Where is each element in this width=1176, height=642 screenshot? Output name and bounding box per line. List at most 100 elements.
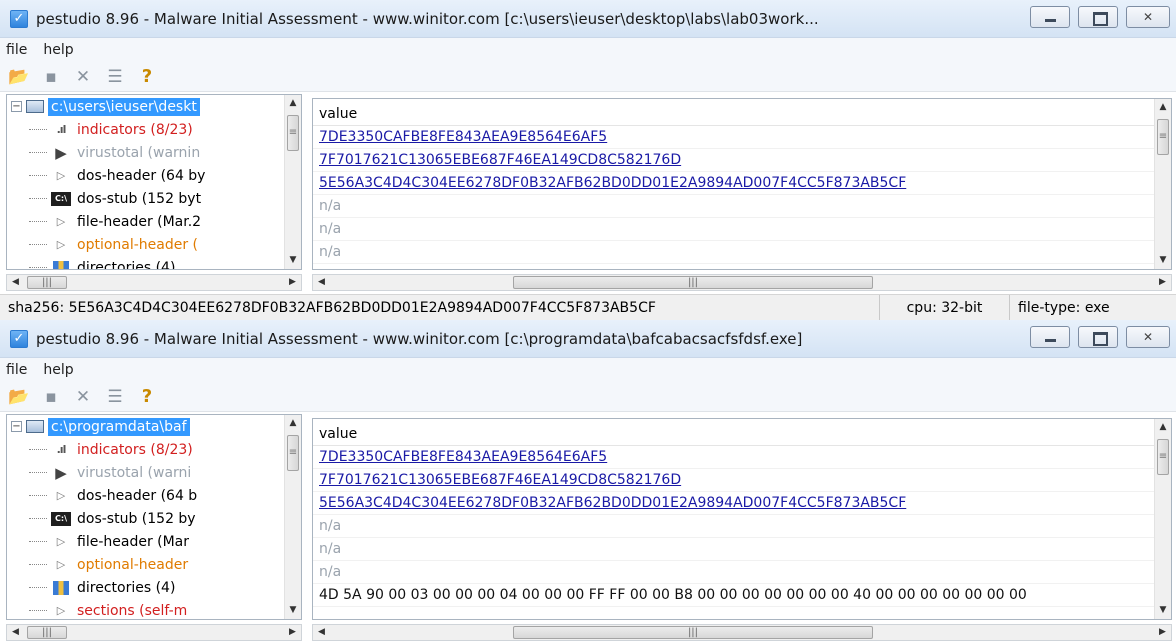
scroll-left-icon[interactable]: ◀ bbox=[313, 275, 330, 290]
value-row-md5[interactable]: 7DE3350CAFBE8FE843AEA9E8564E6AF5 bbox=[313, 446, 1171, 469]
value-row-sha256[interactable]: 5E56A3C4D4C304EE6278DF0B32AFB62BD0DD01E2… bbox=[313, 172, 1171, 195]
scroll-left-icon[interactable]: ◀ bbox=[7, 625, 24, 640]
scroll-down-icon[interactable]: ▼ bbox=[285, 602, 301, 619]
save-icon[interactable]: ▪ bbox=[40, 67, 62, 87]
scroll-up-icon[interactable]: ▲ bbox=[285, 415, 301, 432]
tree-item-sections[interactable]: ▷ sections (self-m bbox=[7, 599, 301, 619]
open-folder-icon[interactable]: 📂 bbox=[8, 387, 30, 407]
title-bar[interactable]: ✓ pestudio 8.96 - Malware Initial Assess… bbox=[0, 320, 1176, 358]
tree-horizontal-scrollbar[interactable]: ◀ ||| ▶ bbox=[6, 274, 302, 291]
tree-horizontal-scrollbar[interactable]: ◀ ||| ▶ bbox=[6, 624, 302, 641]
value-vertical-scrollbar[interactable]: ▲ ≡ ▼ bbox=[1154, 99, 1171, 269]
value-vertical-scrollbar[interactable]: ▲ ≡ ▼ bbox=[1154, 419, 1171, 619]
pestudio-app-icon: ✓ bbox=[10, 9, 28, 28]
scroll-thumb[interactable]: ≡ bbox=[287, 115, 299, 151]
value-row: n/a bbox=[313, 538, 1171, 561]
tree-item-optional-header[interactable]: ▷ optional-header bbox=[7, 553, 301, 576]
scroll-thumb[interactable]: ≡ bbox=[1157, 119, 1169, 155]
scroll-thumb[interactable]: ||| bbox=[27, 626, 67, 639]
document-icon[interactable]: ☰ bbox=[104, 387, 126, 407]
tree-item-label: directories (4) bbox=[77, 579, 176, 596]
tree-item-optional-header[interactable]: ▷ optional-header ( bbox=[7, 233, 301, 256]
tree-item-virustotal[interactable]: ▶ virustotal (warnin bbox=[7, 141, 301, 164]
scroll-down-icon[interactable]: ▼ bbox=[285, 252, 301, 269]
value-row-sha1[interactable]: 7F7017621C13065EBE687F46EA149CD8C582176D bbox=[313, 469, 1171, 492]
close-button[interactable]: ✕ bbox=[1126, 6, 1170, 28]
status-bar: sha256: 5E56A3C4D4C304EE6278DF0B32AFB62B… bbox=[0, 294, 1176, 320]
maximize-button[interactable] bbox=[1078, 326, 1118, 348]
scroll-right-icon[interactable]: ▶ bbox=[284, 625, 301, 640]
scroll-thumb[interactable]: ||| bbox=[27, 276, 67, 289]
scroll-right-icon[interactable]: ▶ bbox=[1154, 275, 1171, 290]
menu-bar: file help bbox=[0, 358, 1176, 382]
save-icon[interactable]: ▪ bbox=[40, 387, 62, 407]
scroll-up-icon[interactable]: ▲ bbox=[1155, 99, 1171, 116]
close-button[interactable]: ✕ bbox=[1126, 326, 1170, 348]
delete-icon[interactable]: ✕ bbox=[72, 67, 94, 87]
scroll-right-icon[interactable]: ▶ bbox=[284, 275, 301, 290]
title-bar[interactable]: ✓ pestudio 8.96 - Malware Initial Assess… bbox=[0, 0, 1176, 38]
triangle-right-icon: ▷ bbox=[56, 604, 66, 617]
triangle-right-icon: ▷ bbox=[56, 215, 66, 228]
tree-item-indicators[interactable]: .ıl indicators (8/23) bbox=[7, 438, 301, 461]
command-prompt-icon: C:\ bbox=[51, 191, 71, 206]
tree-item-file-header[interactable]: ▷ file-header (Mar.2 bbox=[7, 210, 301, 233]
tree-item-dos-stub[interactable]: C:\ dos-stub (152 by bbox=[7, 507, 301, 530]
tree-vertical-scrollbar[interactable]: ▲ ≡ ▼ bbox=[284, 95, 301, 269]
scroll-left-icon[interactable]: ◀ bbox=[313, 625, 330, 640]
scroll-left-icon[interactable]: ◀ bbox=[7, 275, 24, 290]
value-row-md5[interactable]: 7DE3350CAFBE8FE843AEA9E8564E6AF5 bbox=[313, 126, 1171, 149]
document-icon[interactable]: ☰ bbox=[104, 67, 126, 87]
scroll-thumb[interactable]: ||| bbox=[513, 276, 873, 289]
value-column-header[interactable]: value bbox=[313, 419, 1171, 446]
tree-item-dos-header[interactable]: ▷ dos-header (64 by bbox=[7, 164, 301, 187]
minimize-button[interactable] bbox=[1030, 6, 1070, 28]
tree-item-indicators[interactable]: .ıl indicators (8/23) bbox=[7, 118, 301, 141]
open-folder-icon[interactable]: 📂 bbox=[8, 67, 30, 87]
collapse-icon[interactable]: − bbox=[11, 101, 22, 112]
tree-root[interactable]: − c:\programdata\baf bbox=[7, 415, 301, 438]
value-column-header[interactable]: value bbox=[313, 99, 1171, 126]
minimize-button[interactable] bbox=[1030, 326, 1070, 348]
value-row-sha256[interactable]: 5E56A3C4D4C304EE6278DF0B32AFB62BD0DD01E2… bbox=[313, 492, 1171, 515]
tree-vertical-scrollbar[interactable]: ▲ ≡ ▼ bbox=[284, 415, 301, 619]
tree-root-label[interactable]: c:\programdata\baf bbox=[48, 417, 190, 436]
menu-file[interactable]: file bbox=[6, 362, 27, 378]
menu-help[interactable]: help bbox=[43, 362, 73, 378]
tree-item-dos-stub[interactable]: C:\ dos-stub (152 byt bbox=[7, 187, 301, 210]
menu-help[interactable]: help bbox=[43, 42, 73, 58]
scroll-up-icon[interactable]: ▲ bbox=[285, 95, 301, 112]
tree-root-label[interactable]: c:\users\ieuser\deskt bbox=[48, 97, 200, 116]
help-icon[interactable]: ? bbox=[136, 66, 158, 87]
help-icon[interactable]: ? bbox=[136, 386, 158, 407]
triangle-right-icon: ▷ bbox=[56, 558, 66, 571]
value-pane[interactable]: value 7DE3350CAFBE8FE843AEA9E8564E6AF5 7… bbox=[312, 418, 1172, 620]
value-pane[interactable]: value 7DE3350CAFBE8FE843AEA9E8564E6AF5 7… bbox=[312, 98, 1172, 270]
scroll-thumb[interactable]: ||| bbox=[513, 626, 873, 639]
tree-item-file-header[interactable]: ▷ file-header (Mar bbox=[7, 530, 301, 553]
tree-item-directories[interactable]: directories (4) bbox=[7, 256, 301, 269]
scroll-thumb[interactable]: ≡ bbox=[1157, 439, 1169, 475]
scroll-thumb[interactable]: ≡ bbox=[287, 435, 299, 471]
scroll-down-icon[interactable]: ▼ bbox=[1155, 252, 1171, 269]
tree-root[interactable]: − c:\users\ieuser\deskt bbox=[7, 95, 301, 118]
value-row-sha1[interactable]: 7F7017621C13065EBE687F46EA149CD8C582176D bbox=[313, 149, 1171, 172]
menu-file[interactable]: file bbox=[6, 42, 27, 58]
tree-item-virustotal[interactable]: ▶ virustotal (warni bbox=[7, 461, 301, 484]
scroll-right-icon[interactable]: ▶ bbox=[1154, 625, 1171, 640]
scroll-up-icon[interactable]: ▲ bbox=[1155, 419, 1171, 436]
window-title: pestudio 8.96 - Malware Initial Assessme… bbox=[36, 9, 819, 28]
tree-pane[interactable]: − c:\users\ieuser\deskt .ıl indicators (… bbox=[6, 94, 302, 270]
tree-item-dos-header[interactable]: ▷ dos-header (64 b bbox=[7, 484, 301, 507]
bar-chart-icon: .ıl bbox=[56, 443, 67, 456]
scroll-down-icon[interactable]: ▼ bbox=[1155, 602, 1171, 619]
tree-item-label: optional-header bbox=[77, 556, 189, 573]
tree-pane[interactable]: − c:\programdata\baf .ıl indicators (8/2… bbox=[6, 414, 302, 620]
pestudio-window-1: ✓ pestudio 8.96 - Malware Initial Assess… bbox=[0, 0, 1176, 320]
tree-item-directories[interactable]: directories (4) bbox=[7, 576, 301, 599]
collapse-icon[interactable]: − bbox=[11, 421, 22, 432]
delete-icon[interactable]: ✕ bbox=[72, 387, 94, 407]
value-horizontal-scrollbar[interactable]: ◀ ||| ▶ bbox=[312, 624, 1172, 641]
value-horizontal-scrollbar[interactable]: ◀ ||| ▶ bbox=[312, 274, 1172, 291]
maximize-button[interactable] bbox=[1078, 6, 1118, 28]
